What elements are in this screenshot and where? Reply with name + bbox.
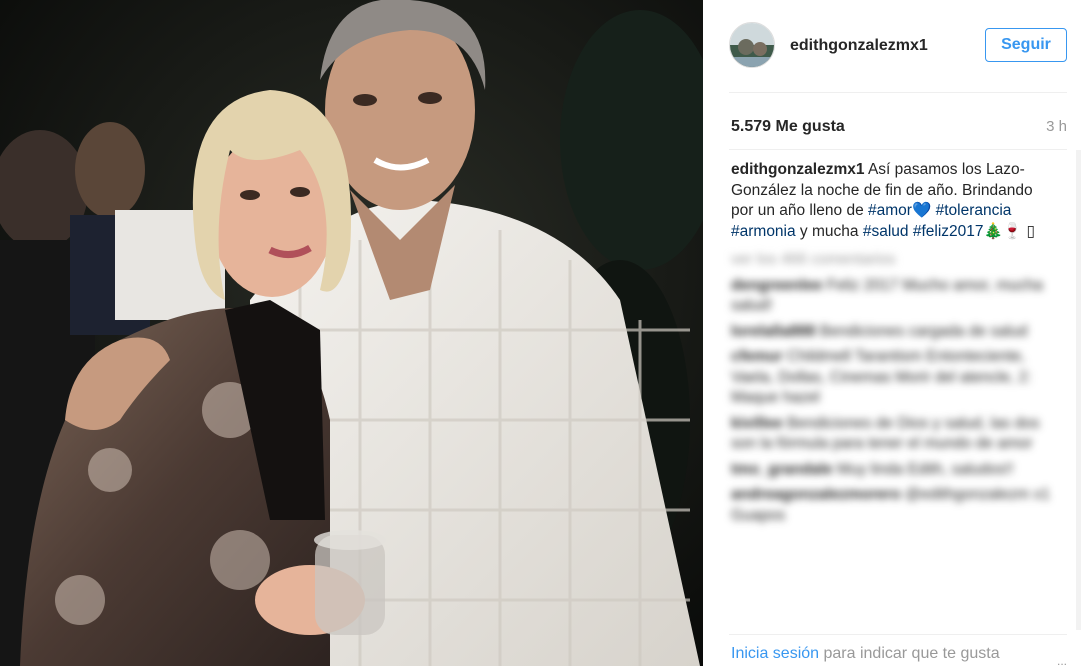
likes-count[interactable]: 5.579 Me gusta [731, 118, 845, 136]
likes-divider [729, 149, 1067, 150]
post-sidebar: edithgonzalezmx1 Seguir 5.579 Me gusta 3… [703, 0, 1081, 666]
hashtag-armonia[interactable]: #armonia [731, 223, 796, 240]
comment-text: Muy linda Edith, saludos!! [836, 460, 1014, 478]
footer-divider [729, 634, 1067, 635]
comment-username[interactable]: cfemur [731, 348, 783, 365]
load-more-comments[interactable]: ver los 466 comentarios [731, 250, 1056, 271]
comments-scrollbar[interactable] [1076, 150, 1081, 630]
login-prompt: Inicia sesión para indicar que te gusta [731, 645, 1000, 663]
comment-item: lorelalla888 Bendiciones cargada de salu… [731, 322, 1056, 343]
header-divider [729, 92, 1067, 93]
more-options-icon[interactable]: ... [1057, 654, 1067, 666]
post-time[interactable]: 3 h [1046, 118, 1067, 135]
tree-emoji: 🎄 [983, 222, 1003, 240]
heart-emoji: 💙 [911, 202, 932, 219]
post-photo [0, 0, 703, 666]
comment-item: andreagonzalezmorero @edithgonzalezm x1 … [731, 485, 1056, 526]
avatar-image [730, 23, 774, 67]
comment-item: cfemur Childmell Tarantism Entonteciente… [731, 347, 1056, 409]
comment-username[interactable]: kivillee [731, 415, 783, 432]
comment-item: tmo_grandale Muy linda Edith, saludos!! [731, 460, 1056, 481]
comment-username[interactable]: dengreenlee [731, 277, 822, 294]
comments-section: edithgonzalezmx1 Así pasamos los Lazo-Go… [731, 160, 1056, 526]
caption-username[interactable]: edithgonzalezmx1 [731, 161, 865, 178]
comment-username[interactable]: lorelalla888 [731, 323, 815, 340]
unknown-glyph: ▯ [1026, 222, 1035, 240]
hashtag-salud[interactable]: #salud [863, 223, 909, 240]
comment-username[interactable]: tmo_grandale [731, 461, 833, 478]
login-link[interactable]: Inicia sesión [731, 645, 819, 662]
comment-item: kivillee Bendiciones de Dios y salud, la… [731, 414, 1056, 455]
hashtag-tolerancia[interactable]: #tolerancia [936, 202, 1012, 219]
follow-button[interactable]: Seguir [985, 28, 1067, 62]
caption: edithgonzalezmx1 Así pasamos los Lazo-Go… [731, 160, 1056, 242]
avatar[interactable] [729, 22, 775, 68]
comment-text: Bendiciones cargada de salud [819, 322, 1028, 340]
post-header: edithgonzalezmx1 Seguir [703, 0, 1081, 92]
hashtag-feliz2017[interactable]: #feliz2017 [913, 223, 984, 240]
caption-text-2: y mucha [795, 222, 863, 240]
glass-emoji: 🍷 [1002, 222, 1023, 240]
comment-item: dengreenlee Feliz 2017 Mucho amor, mucha… [731, 276, 1056, 317]
login-prompt-text: para indicar que te gusta [819, 645, 1000, 662]
comment-username[interactable]: andreagonzalezmorero [731, 486, 901, 503]
photo-illustration [0, 0, 703, 666]
hashtag-amor[interactable]: #amor [868, 202, 912, 219]
header-username[interactable]: edithgonzalezmx1 [790, 37, 928, 55]
